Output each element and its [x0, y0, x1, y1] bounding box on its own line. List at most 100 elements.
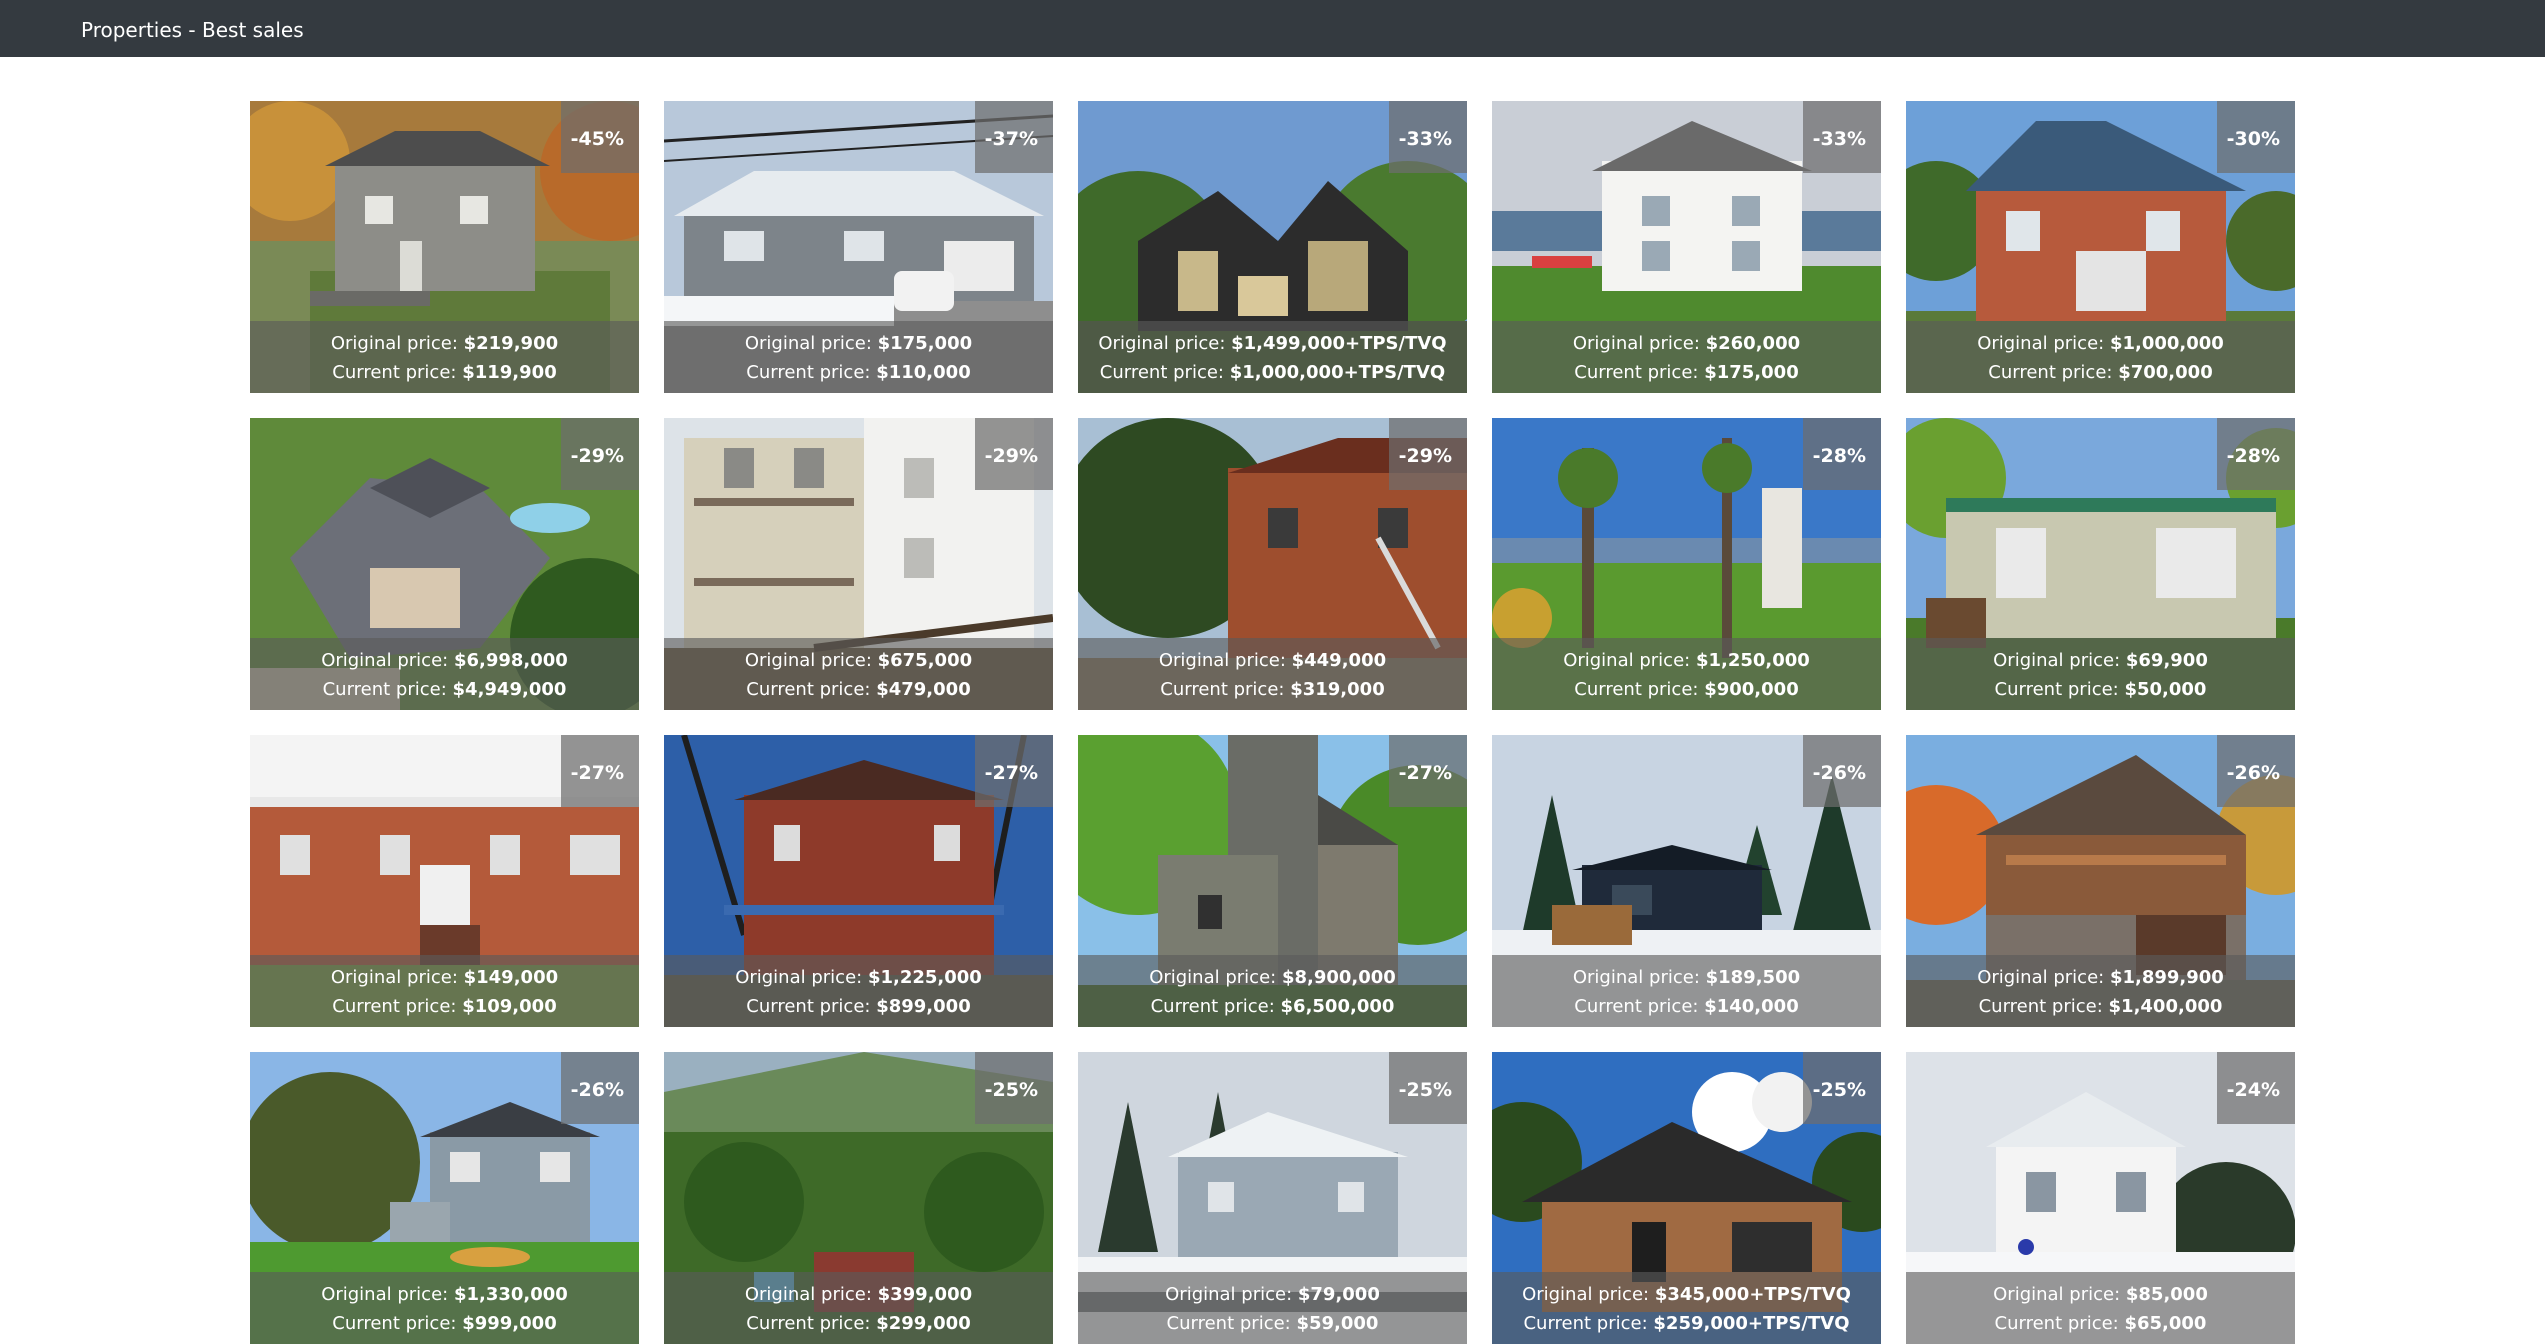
price-caption: Original price: $1,250,000 Current price:…	[1492, 638, 1881, 710]
current-price-label: Current price:	[1574, 679, 1705, 700]
current-price-value: $900,000	[1704, 679, 1799, 700]
original-price-row: Original price: $8,900,000	[1078, 963, 1467, 992]
property-card[interactable]: -26% Original price: $1,899,900 Current pr…	[1906, 735, 2295, 1027]
current-price-value: $65,000	[2124, 1313, 2207, 1334]
discount-badge: -33%	[1803, 101, 1881, 173]
discount-badge: -29%	[975, 418, 1053, 490]
original-price-label: Original price:	[1977, 967, 2110, 988]
current-price-label: Current price:	[746, 362, 877, 383]
price-caption: Original price: $149,000 Current price: $…	[250, 955, 639, 1027]
property-card[interactable]: -25% Original price: $79,000 Current price…	[1078, 1052, 1467, 1344]
original-price-label: Original price:	[321, 1284, 454, 1305]
current-price-label: Current price:	[746, 679, 877, 700]
property-card[interactable]: -26% Original price: $1,330,000 Current pr…	[250, 1052, 639, 1344]
original-price-label: Original price:	[1165, 1284, 1298, 1305]
original-price-label: Original price:	[1098, 333, 1232, 354]
current-price-value: $899,000	[876, 996, 971, 1017]
property-card[interactable]: -26% Original price: $189,500 Current pric…	[1492, 735, 1881, 1027]
current-price-label: Current price:	[332, 996, 463, 1017]
current-price-row: Current price: $110,000	[664, 358, 1053, 387]
original-price-value: $345,000+TPS/TVQ	[1654, 1284, 1851, 1305]
discount-badge: -29%	[1389, 418, 1467, 490]
current-price-row: Current price: $1,400,000	[1906, 992, 2295, 1021]
current-price-row: Current price: $6,500,000	[1078, 992, 1467, 1021]
navbar-brand-title[interactable]: Properties - Best sales	[81, 18, 304, 42]
property-card[interactable]: -33% Original price: $1,499,000+TPS/TVQ Cu…	[1078, 101, 1467, 393]
discount-badge: -27%	[1389, 735, 1467, 807]
current-price-value: $700,000	[2118, 362, 2213, 383]
original-price-label: Original price:	[1522, 1284, 1655, 1305]
current-price-value: $4,949,000	[452, 679, 567, 700]
original-price-value: $449,000	[1291, 650, 1387, 671]
discount-badge: -28%	[1803, 418, 1881, 490]
original-price-label: Original price:	[1572, 333, 1706, 354]
original-price-row: Original price: $175,000	[664, 329, 1053, 358]
current-price-row: Current price: $900,000	[1492, 675, 1881, 704]
original-price-label: Original price:	[1158, 650, 1292, 671]
original-price-value: $175,000	[877, 333, 973, 354]
discount-badge: -25%	[1803, 1052, 1881, 1124]
discount-badge: -30%	[2217, 101, 2295, 173]
property-card[interactable]: -29% Original price: $449,000 Current pric…	[1078, 418, 1467, 710]
property-card[interactable]: -29% Original price: $6,998,000 Current pr…	[250, 418, 639, 710]
discount-badge: -28%	[2217, 418, 2295, 490]
original-price-row: Original price: $85,000	[1906, 1280, 2295, 1309]
property-card[interactable]: -29% Original price: $675,000 Current pric…	[664, 418, 1053, 710]
current-price-value: $299,000	[876, 1313, 971, 1334]
current-price-row: Current price: $59,000	[1078, 1309, 1467, 1338]
discount-badge: -25%	[1389, 1052, 1467, 1124]
property-card[interactable]: -25% Original price: $345,000+TPS/TVQ Curr…	[1492, 1052, 1881, 1344]
current-price-label: Current price:	[1160, 679, 1291, 700]
property-card[interactable]: -27% Original price: $149,000 Current pric…	[250, 735, 639, 1027]
original-price-value: $399,000	[877, 1284, 973, 1305]
original-price-value: $149,000	[463, 967, 559, 988]
property-card[interactable]: -37% Original price: $175,000 Current pric…	[664, 101, 1053, 393]
current-price-value: $319,000	[1290, 679, 1385, 700]
current-price-value: $259,000+TPS/TVQ	[1653, 1313, 1850, 1334]
price-caption: Original price: $189,500 Current price: $…	[1492, 955, 1881, 1027]
price-caption: Original price: $449,000 Current price: $…	[1078, 638, 1467, 710]
price-caption: Original price: $69,900 Current price: $5…	[1906, 638, 2295, 710]
property-card[interactable]: -45% Original price: $219,900 Current pric…	[250, 101, 639, 393]
original-price-row: Original price: $449,000	[1078, 646, 1467, 675]
property-card[interactable]: -33% Original price: $260,000 Current pric…	[1492, 101, 1881, 393]
original-price-row: Original price: $260,000	[1492, 329, 1881, 358]
original-price-label: Original price:	[744, 333, 878, 354]
current-price-row: Current price: $479,000	[664, 675, 1053, 704]
original-price-label: Original price:	[1563, 650, 1696, 671]
original-price-value: $1,899,900	[2109, 967, 2224, 988]
original-price-row: Original price: $69,900	[1906, 646, 2295, 675]
original-price-row: Original price: $219,900	[250, 329, 639, 358]
original-price-label: Original price:	[744, 1284, 878, 1305]
current-price-label: Current price:	[1574, 362, 1705, 383]
current-price-value: $59,000	[1296, 1313, 1379, 1334]
original-price-row: Original price: $1,899,900	[1906, 963, 2295, 992]
original-price-row: Original price: $1,330,000	[250, 1280, 639, 1309]
current-price-label: Current price:	[1988, 362, 2119, 383]
price-caption: Original price: $345,000+TPS/TVQ Current …	[1492, 1272, 1881, 1344]
discount-badge: -37%	[975, 101, 1053, 173]
current-price-label: Current price:	[332, 1313, 463, 1334]
property-card[interactable]: -30% Original price: $1,000,000 Current pr…	[1906, 101, 2295, 393]
current-price-label: Current price:	[1574, 996, 1705, 1017]
original-price-label: Original price:	[1977, 333, 2110, 354]
property-card[interactable]: -27% Original price: $1,225,000 Current pr…	[664, 735, 1053, 1027]
current-price-row: Current price: $65,000	[1906, 1309, 2295, 1338]
top-navbar: Properties - Best sales	[0, 0, 2545, 57]
property-card[interactable]: -27% Original price: $8,900,000 Current pr…	[1078, 735, 1467, 1027]
property-card[interactable]: -28% Original price: $69,900 Current price…	[1906, 418, 2295, 710]
property-card[interactable]: -25% Original price: $399,000 Current pric…	[664, 1052, 1053, 1344]
original-price-row: Original price: $6,998,000	[250, 646, 639, 675]
price-caption: Original price: $85,000 Current price: $6…	[1906, 1272, 2295, 1344]
property-card[interactable]: -24% Original price: $85,000 Current price…	[1906, 1052, 2295, 1344]
current-price-value: $1,000,000+TPS/TVQ	[1229, 362, 1446, 383]
original-price-value: $189,500	[1705, 967, 1801, 988]
price-caption: Original price: $1,000,000 Current price:…	[1906, 321, 2295, 393]
discount-badge: -33%	[1389, 101, 1467, 173]
original-price-value: $1,330,000	[453, 1284, 568, 1305]
current-price-row: Current price: $259,000+TPS/TVQ	[1492, 1309, 1881, 1338]
property-card[interactable]: -28% Original price: $1,250,000 Current pr…	[1492, 418, 1881, 710]
original-price-label: Original price:	[321, 650, 454, 671]
original-price-row: Original price: $1,000,000	[1906, 329, 2295, 358]
original-price-value: $260,000	[1705, 333, 1801, 354]
